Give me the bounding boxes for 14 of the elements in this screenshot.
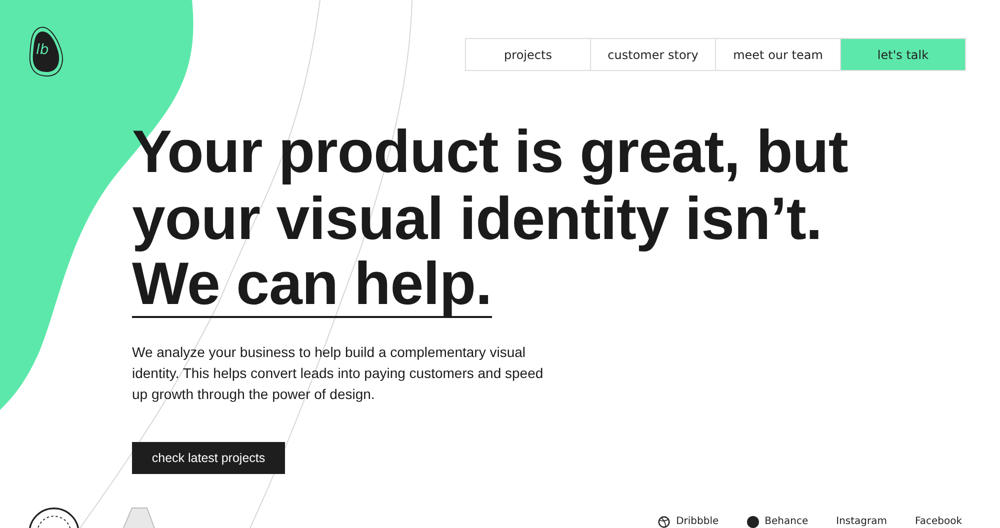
nav-link[interactable]: let's talk: [840, 39, 965, 70]
intro-paragraph: We analyze your business to help build a complementary visual identity. This helps convert leads into paying customers and speed up growth through the power of design.: [132, 343, 544, 404]
projects-button[interactable]: check latest projects: [132, 442, 285, 474]
social-link[interactable]: Behance: [746, 516, 808, 528]
social-link[interactable]: Instagram: [836, 516, 887, 528]
logo-text: lb: [36, 42, 49, 58]
ball-icon: [658, 516, 670, 528]
logo[interactable]: lb: [27, 24, 67, 80]
social-link[interactable]: Dribbble: [658, 516, 719, 528]
headline: Your product is great, but: [132, 118, 848, 185]
social-link[interactable]: Facebook: [915, 516, 962, 528]
headline: your visual identity isn’t.: [132, 185, 822, 252]
headline: We can help.: [132, 252, 492, 318]
circle-icon: [746, 516, 759, 528]
